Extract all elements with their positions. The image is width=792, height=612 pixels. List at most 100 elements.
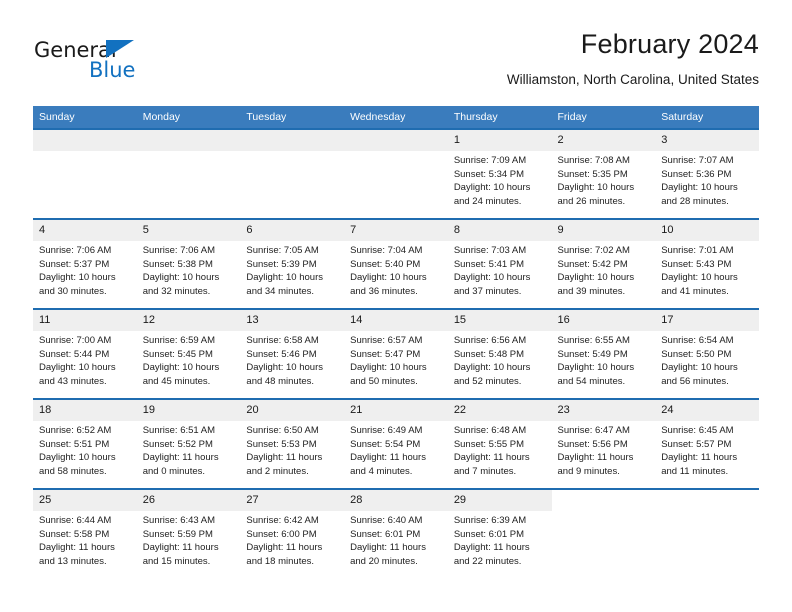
- calendar-day-cell[interactable]: 12 Sunrise: 6:59 AM Sunset: 5:45 PM Dayligh…: [136, 309, 241, 399]
- sunrise-text: Sunrise: 6:39 AM: [453, 515, 527, 526]
- sunset-text: Sunset: 5:38 PM: [142, 258, 213, 270]
- calendar-week-row: 1 Sunrise: 7:09 AM Sunset: 5:34 PM Daylight…: [33, 129, 759, 219]
- day-number: 22: [447, 400, 552, 421]
- sunset-text: Sunset: 5:37 PM: [39, 258, 110, 270]
- calendar-day-cell[interactable]: 19 Sunrise: 6:51 AM Sunset: 5:52 PM Dayligh…: [136, 399, 241, 489]
- sunrise-text: Sunrise: 7:06 AM: [39, 245, 112, 256]
- sunrise-text: Sunrise: 6:40 AM: [350, 515, 423, 526]
- weekday-header-wednesday: Wednesday: [344, 106, 448, 129]
- calendar-day-cell[interactable]: 20 Sunrise: 6:50 AM Sunset: 5:53 PM Dayligh…: [240, 399, 345, 489]
- day-number: 17: [655, 310, 759, 331]
- general-blue-logo[interactable]: General Blue: [33, 32, 253, 88]
- sunset-text: Sunset: 5:42 PM: [557, 258, 628, 270]
- calendar-day-cell[interactable]: 4 Sunrise: 7:06 AM Sunset: 5:37 PM Daylight…: [33, 219, 137, 309]
- daylight-text: Daylight: 11 hours and 4 minutes.: [350, 452, 426, 477]
- daylight-text: Daylight: 10 hours and 50 minutes.: [350, 362, 427, 387]
- calendar-day-cell[interactable]: 15 Sunrise: 6:56 AM Sunset: 5:48 PM Dayligh…: [447, 309, 552, 399]
- day-details: Sunrise: 6:50 AM Sunset: 5:53 PM Daylight:…: [240, 421, 344, 478]
- sunrise-text: Sunrise: 7:09 AM: [453, 155, 527, 166]
- sunset-text: Sunset: 5:45 PM: [142, 348, 213, 360]
- calendar-day-cell[interactable]: 17 Sunrise: 6:54 AM Sunset: 5:50 PM Dayligh…: [655, 309, 759, 399]
- day-details: Sunrise: 7:01 AM Sunset: 5:43 PM Daylight:…: [655, 241, 759, 298]
- day-number: [136, 130, 241, 151]
- day-number: 29: [447, 490, 552, 511]
- calendar-day-cell[interactable]: 10 Sunrise: 7:01 AM Sunset: 5:43 PM Dayligh…: [655, 219, 759, 309]
- daylight-text: Daylight: 11 hours and 13 minutes.: [39, 542, 115, 567]
- weekday-header-monday: Monday: [136, 106, 241, 129]
- calendar-day-cell-empty: [344, 129, 448, 219]
- sunrise-text: Sunrise: 6:44 AM: [39, 515, 112, 526]
- calendar-week-row: 18 Sunrise: 6:52 AM Sunset: 5:51 PM Dayligh…: [33, 399, 759, 489]
- day-details: Sunrise: 7:02 AM Sunset: 5:42 PM Daylight:…: [552, 241, 656, 298]
- day-number: 11: [33, 310, 137, 331]
- daylight-text: Daylight: 11 hours and 0 minutes.: [142, 452, 219, 477]
- sunrise-text: Sunrise: 6:56 AM: [453, 335, 527, 346]
- day-details: Sunrise: 6:59 AM Sunset: 5:45 PM Daylight:…: [137, 331, 241, 388]
- sunrise-text: Sunrise: 7:08 AM: [557, 155, 630, 166]
- calendar-day-cell[interactable]: 22 Sunrise: 6:48 AM Sunset: 5:55 PM Dayligh…: [447, 399, 552, 489]
- calendar-day-cell[interactable]: 2 Sunrise: 7:08 AM Sunset: 5:35 PM Daylight…: [551, 129, 656, 219]
- day-number: [33, 130, 137, 151]
- calendar-day-cell[interactable]: 1 Sunrise: 7:09 AM Sunset: 5:34 PM Daylight…: [447, 129, 552, 219]
- day-details: Sunrise: 6:56 AM Sunset: 5:48 PM Daylight:…: [448, 331, 552, 388]
- calendar-day-cell[interactable]: 29 Sunrise: 6:39 AM Sunset: 6:01 PM Dayligh…: [447, 489, 552, 578]
- sunset-text: Sunset: 5:56 PM: [557, 438, 628, 450]
- calendar-day-cell[interactable]: 3 Sunrise: 7:07 AM Sunset: 5:36 PM Daylight…: [655, 129, 759, 219]
- day-details: Sunrise: 7:06 AM Sunset: 5:38 PM Daylight:…: [137, 241, 241, 298]
- calendar-day-cell[interactable]: 8 Sunrise: 7:03 AM Sunset: 5:41 PM Daylight…: [447, 219, 552, 309]
- calendar-page: General Blue February 2024 Williamston, …: [0, 0, 792, 612]
- calendar-day-cell[interactable]: 25 Sunrise: 6:44 AM Sunset: 5:58 PM Dayligh…: [33, 489, 137, 578]
- weekday-header-saturday: Saturday: [655, 106, 759, 129]
- day-number: 6: [240, 220, 345, 241]
- sunrise-text: Sunrise: 6:48 AM: [453, 425, 527, 436]
- calendar-day-cell[interactable]: 11 Sunrise: 7:00 AM Sunset: 5:44 PM Dayligh…: [33, 309, 137, 399]
- calendar-day-cell[interactable]: 13 Sunrise: 6:58 AM Sunset: 5:46 PM Dayligh…: [240, 309, 345, 399]
- day-details: Sunrise: 6:51 AM Sunset: 5:52 PM Daylight:…: [137, 421, 241, 478]
- day-details: Sunrise: 7:08 AM Sunset: 5:35 PM Daylight:…: [552, 151, 656, 208]
- calendar-day-cell[interactable]: 16 Sunrise: 6:55 AM Sunset: 5:49 PM Dayligh…: [551, 309, 656, 399]
- day-number: 19: [136, 400, 241, 421]
- daylight-text: Daylight: 11 hours and 20 minutes.: [350, 542, 426, 567]
- calendar-day-cell[interactable]: 18 Sunrise: 6:52 AM Sunset: 5:51 PM Dayligh…: [33, 399, 137, 489]
- day-number: 27: [240, 490, 345, 511]
- calendar-day-cell[interactable]: 23 Sunrise: 6:47 AM Sunset: 5:56 PM Dayligh…: [551, 399, 656, 489]
- day-details: Sunrise: 7:09 AM Sunset: 5:34 PM Daylight:…: [448, 151, 552, 208]
- daylight-text: Daylight: 11 hours and 2 minutes.: [246, 452, 323, 477]
- location-subtitle: Williamston, North Carolina, United Stat…: [506, 72, 759, 87]
- day-details: Sunrise: 6:45 AM Sunset: 5:57 PM Daylight:…: [655, 421, 759, 478]
- calendar-day-cell[interactable]: 14 Sunrise: 6:57 AM Sunset: 5:47 PM Dayligh…: [344, 309, 448, 399]
- calendar-day-cell[interactable]: 27 Sunrise: 6:42 AM Sunset: 6:00 PM Dayligh…: [240, 489, 345, 578]
- calendar-day-cell[interactable]: 9 Sunrise: 7:02 AM Sunset: 5:42 PM Daylight…: [551, 219, 656, 309]
- sunset-text: Sunset: 5:41 PM: [453, 258, 525, 270]
- calendar-day-cell[interactable]: 26 Sunrise: 6:43 AM Sunset: 5:59 PM Dayligh…: [136, 489, 241, 578]
- calendar-week-row: 25 Sunrise: 6:44 AM Sunset: 5:58 PM Dayligh…: [33, 489, 759, 578]
- daylight-text: Daylight: 11 hours and 22 minutes.: [453, 542, 530, 567]
- day-number: 23: [551, 400, 656, 421]
- calendar-day-cell[interactable]: 24 Sunrise: 6:45 AM Sunset: 5:57 PM Dayligh…: [655, 399, 759, 489]
- sunrise-text: Sunrise: 7:07 AM: [661, 155, 734, 166]
- calendar-day-cell[interactable]: 6 Sunrise: 7:05 AM Sunset: 5:39 PM Daylight…: [240, 219, 345, 309]
- day-number: [552, 490, 656, 511]
- sunrise-text: Sunrise: 6:55 AM: [557, 335, 630, 346]
- calendar-day-cell[interactable]: 21 Sunrise: 6:49 AM Sunset: 5:54 PM Dayligh…: [344, 399, 448, 489]
- day-details: Sunrise: 6:44 AM Sunset: 5:58 PM Daylight:…: [33, 511, 137, 568]
- sunset-text: Sunset: 5:57 PM: [661, 438, 732, 450]
- sunset-text: Sunset: 5:49 PM: [557, 348, 628, 360]
- sunset-text: Sunset: 5:52 PM: [142, 438, 213, 450]
- daylight-text: Daylight: 10 hours and 34 minutes.: [246, 272, 323, 297]
- title-block: February 2024 Williamston, North Carolin…: [507, 28, 759, 90]
- sunrise-text: Sunrise: 7:00 AM: [39, 335, 112, 346]
- calendar-grid: Sunday Monday Tuesday Wednesday Thursday Frid…: [33, 106, 759, 578]
- day-details: Sunrise: 7:07 AM Sunset: 5:36 PM Daylight:…: [655, 151, 759, 208]
- daylight-text: Daylight: 10 hours and 48 minutes.: [246, 362, 323, 387]
- sunset-text: Sunset: 5:36 PM: [661, 168, 732, 180]
- sunset-text: Sunset: 5:58 PM: [39, 528, 110, 540]
- daylight-text: Daylight: 10 hours and 32 minutes.: [142, 272, 220, 297]
- day-number: [344, 130, 448, 151]
- weekday-header-sunday: Sunday: [33, 106, 137, 129]
- calendar-day-cell[interactable]: 5 Sunrise: 7:06 AM Sunset: 5:38 PM Daylight…: [136, 219, 241, 309]
- sunrise-text: Sunrise: 7:06 AM: [142, 245, 216, 256]
- calendar-day-cell[interactable]: 28 Sunrise: 6:40 AM Sunset: 6:01 PM Dayligh…: [344, 489, 448, 578]
- sunset-text: Sunset: 5:46 PM: [246, 348, 317, 360]
- calendar-day-cell[interactable]: 7 Sunrise: 7:04 AM Sunset: 5:40 PM Daylight…: [344, 219, 448, 309]
